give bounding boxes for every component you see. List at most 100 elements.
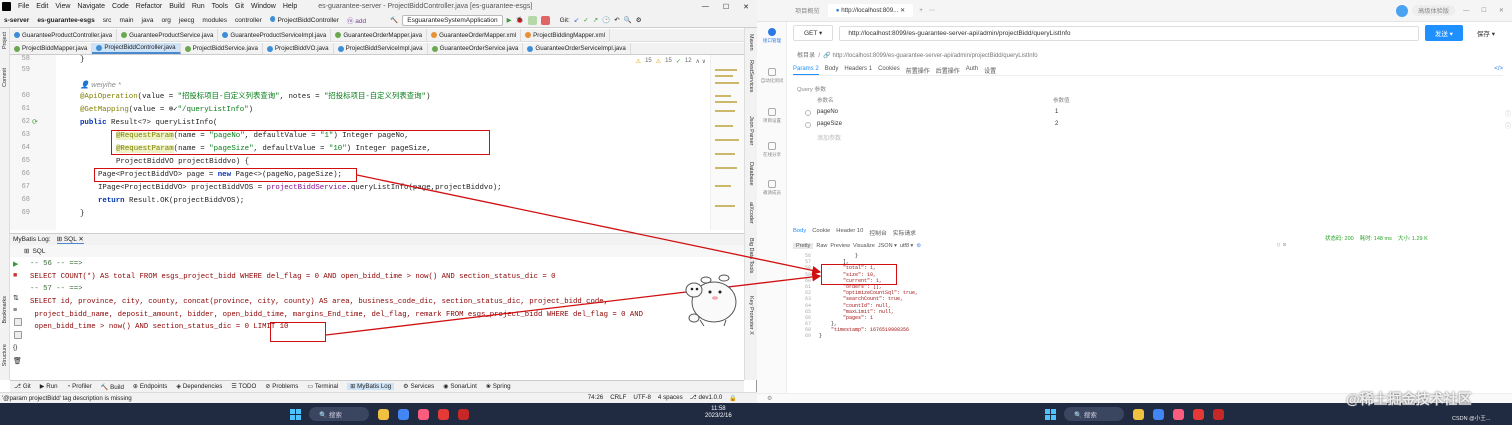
taskbar-clock[interactable]: 11:58 2023/2/16 [705, 406, 732, 420]
plan-badge[interactable]: 高级体验版 [1412, 5, 1456, 16]
add-tab-icon[interactable]: + [919, 7, 923, 14]
undo-icon[interactable]: ↶ [614, 16, 619, 24]
tab-project-bidd-mapper[interactable]: ProjectBiddMapper.java [10, 43, 93, 54]
win-max-icon[interactable]: ☐ [1481, 7, 1487, 14]
tab-guarantee-order-service[interactable]: GuaranteeOrderService.java [428, 43, 524, 54]
coverage-icon[interactable] [527, 15, 537, 25]
tab-request[interactable]: ● http://localhost:809... ✕ [827, 4, 914, 17]
debug-icon[interactable]: 🐞 [516, 16, 524, 24]
format-icon[interactable]: ≡ [13, 307, 17, 314]
json-collapse-icons[interactable]: ▢ ⊡ [1277, 242, 1286, 248]
breadcrumb-controller[interactable]: controller [233, 17, 264, 24]
breadcrumb-server[interactable]: s-server [2, 17, 31, 24]
menu-file[interactable]: File [18, 3, 29, 10]
tab-headers[interactable]: Headers 1 [844, 66, 872, 75]
taskbar-app-icon[interactable] [1213, 408, 1224, 420]
breadcrumb-main[interactable]: main [117, 17, 135, 24]
breadcrumb-method[interactable]: ⓜ add [345, 15, 368, 25]
more-tabs-icon[interactable]: ⋯ [929, 7, 935, 14]
status-line-sep[interactable]: CRLF [610, 394, 626, 402]
tool-terminal[interactable]: ▭ Terminal [307, 383, 338, 390]
trash-icon[interactable]: 🗑 [13, 357, 22, 365]
stop-log-icon[interactable]: ■ [13, 272, 17, 279]
menu-git[interactable]: Git [235, 3, 244, 10]
menu-window[interactable]: Window [251, 3, 276, 10]
run-config-select[interactable]: EsguaranteeSystemApplication [402, 14, 503, 26]
taskbar-search[interactable]: 🔍 搜索 [309, 407, 369, 421]
taskbar-app-icon[interactable] [1133, 408, 1144, 420]
add-param-row[interactable]: 添加参数 [805, 133, 1505, 143]
sidebar-item-settings[interactable]: 项目设置 [757, 108, 787, 124]
tool-aixcoder[interactable]: aiXcoder [748, 202, 754, 224]
git-update-icon[interactable]: ↙ [574, 16, 579, 24]
tab-project-bidd-vo[interactable]: ProjectBiddVO.java [263, 43, 334, 54]
user-avatar[interactable] [1396, 4, 1409, 17]
code-icon[interactable]: </> [1494, 66, 1503, 75]
tool-mybatis-log[interactable]: ⊞ MyBatis Log [347, 383, 395, 390]
tool-json-parser[interactable]: Json Parser [748, 116, 754, 145]
tool-git[interactable]: ⎇ Git [14, 383, 31, 390]
tab-body[interactable]: Body [825, 66, 839, 75]
tab-guarantee-product-service[interactable]: GuaranteeProductService.java [117, 29, 219, 41]
sidebar-item-autotest[interactable]: 自动化测试 [757, 68, 787, 84]
status-caret[interactable]: 74:26 [588, 394, 603, 402]
tool-problems[interactable]: ⊘ Problems [265, 383, 298, 390]
wrap-lines-icon[interactable]: ⊜ [916, 243, 921, 249]
maximize-icon[interactable]: ☐ [723, 3, 729, 11]
status-indent[interactable]: 4 spaces [658, 394, 683, 402]
tab-auth[interactable]: Auth [966, 66, 978, 75]
param-value[interactable]: 2 [1055, 121, 1058, 127]
clear-icon[interactable] [14, 331, 22, 339]
stop-icon[interactable] [540, 15, 550, 25]
res-tab-header[interactable]: Header 10 [836, 228, 863, 238]
tool-commit[interactable]: Commit [2, 68, 8, 87]
status-branch[interactable]: ⎇ dev1.0.0 [690, 394, 723, 402]
windows-start-icon[interactable] [1045, 408, 1056, 420]
tab-project-bidd-service-impl[interactable]: ProjectBiddServiceImpl.java [334, 43, 428, 54]
tab-pre-request[interactable]: 前置操作 [906, 66, 930, 75]
tab-params[interactable]: Params 2 [793, 66, 819, 75]
footer-settings-icon[interactable]: ⚙ [767, 395, 772, 402]
taskbar-app-icon[interactable] [398, 408, 409, 420]
search-everywhere-icon[interactable]: 🔍 [624, 16, 632, 24]
editor-scroll-marks[interactable] [710, 55, 744, 230]
lock-icon[interactable]: 🔒 [729, 394, 737, 402]
tool-services[interactable]: ⚙ Services [403, 383, 434, 390]
menu-tools[interactable]: Tools [212, 3, 228, 10]
braces-icon[interactable]: {} [13, 344, 17, 351]
tab-guarantee-order-mapper-xml[interactable]: GuaranteeOrderMapper.xml [427, 29, 522, 41]
tab-cookies[interactable]: Cookies [878, 66, 900, 75]
send-button[interactable]: 发送 ▾ [1424, 25, 1463, 41]
rerun-icon[interactable]: ▶ [13, 260, 18, 268]
fmt-json-select[interactable]: JSON ▾ [878, 243, 897, 249]
tool-dependencies[interactable]: ◈ Dependencies [176, 383, 222, 390]
tool-bookmarks[interactable]: Bookmarks [2, 296, 8, 324]
param-row[interactable]: pageNo 1 ⓘ [805, 109, 1511, 119]
run-icon[interactable]: ▶ [507, 16, 512, 24]
breadcrumb-jeecg[interactable]: jeecg [177, 17, 197, 24]
menu-refactor[interactable]: Refactor [136, 3, 162, 10]
tool-build[interactable]: 🔨 Build [101, 383, 124, 391]
tool-profiler[interactable]: ◔ Profiler [67, 383, 92, 390]
tool-database[interactable]: Database [748, 162, 754, 186]
tool-structure[interactable]: Structure [2, 344, 8, 366]
close-icon[interactable]: ✕ [743, 3, 749, 11]
tab-request-settings[interactable]: 设置 [984, 66, 996, 75]
wrap-icon[interactable] [14, 318, 22, 326]
tool-run[interactable]: ▶ Run [40, 383, 58, 390]
tool-key-promoter[interactable]: Key Promoter X [748, 296, 754, 335]
fmt-pretty[interactable]: Pretty [793, 243, 814, 249]
status-encoding[interactable]: UTF-8 [633, 394, 651, 402]
param-info-icon[interactable]: ⓘ [1505, 109, 1511, 118]
tab-project-bidding-mapper-xml[interactable]: ProjectBiddingMapper.xml [521, 29, 611, 41]
breadcrumb-modules[interactable]: modules [200, 17, 229, 24]
hammer-icon[interactable]: 🔨 [390, 16, 398, 24]
param-checkbox[interactable] [805, 122, 811, 128]
param-name[interactable]: pageNo [817, 109, 838, 115]
res-tab-cookie[interactable]: Cookie [812, 228, 830, 238]
breadcrumb-class[interactable]: ProjectBiddController [268, 16, 341, 24]
tool-big-data-tools[interactable]: Big Data Tools [748, 238, 754, 273]
taskbar-app-icon[interactable] [438, 408, 449, 420]
tab-project-bidd-controller[interactable]: ProjectBiddController.java [92, 43, 181, 54]
sql-log-output[interactable]: -- 56 -- ==> SELECT COUNT(*) AS total FR… [30, 258, 730, 334]
